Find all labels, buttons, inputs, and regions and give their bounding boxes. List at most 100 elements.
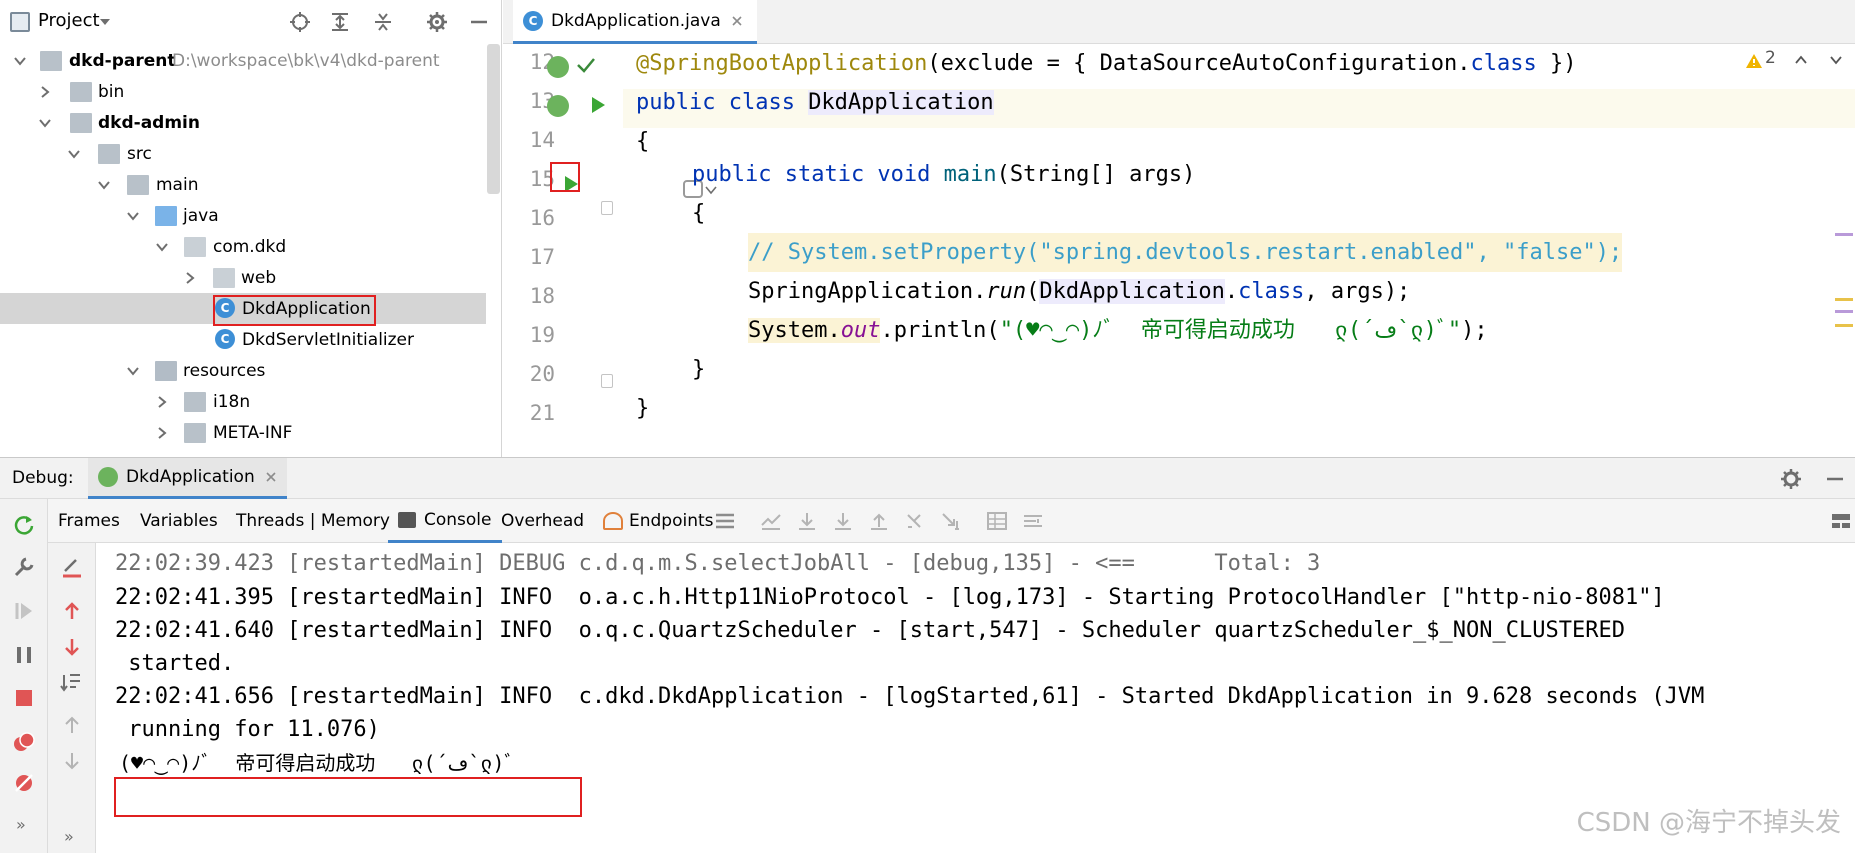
step-into-icon[interactable] [832, 511, 854, 531]
tab-threads-memory[interactable]: Threads | Memory [236, 499, 390, 543]
fold-marker-icon[interactable] [601, 201, 613, 215]
chevron-down-icon[interactable] [155, 240, 169, 254]
chevron-right-icon[interactable] [38, 85, 52, 99]
project-panel-title[interactable]: Project [38, 10, 100, 31]
console-line: (♥◠‿◠)ﾉﾞ 帝可得启动成功 ლ(´ڡ`ლ)ﾞ [119, 751, 515, 775]
arrow-up-icon[interactable] [60, 599, 84, 623]
run-icon[interactable] [588, 95, 608, 115]
tree-item-dkdservletinitializer[interactable]: C DkdServletInitializer [0, 324, 486, 355]
chevron-down-icon[interactable] [97, 178, 111, 192]
close-icon[interactable] [731, 15, 743, 27]
tree-item-dkd-admin[interactable]: dkd-admin [0, 107, 486, 138]
drop-frame-icon[interactable] [904, 511, 926, 531]
warning-icon[interactable] [1745, 53, 1763, 69]
chevron-down-icon[interactable] [126, 364, 140, 378]
debug-tabs-toolbar: Frames Variables Threads | Memory Consol… [48, 499, 1855, 543]
tree-label: java [183, 205, 219, 226]
chevron-right-icon[interactable] [183, 271, 197, 285]
scroll-down-icon[interactable] [60, 749, 84, 773]
check-icon[interactable] [575, 54, 597, 76]
chevron-right-icon[interactable] [155, 426, 169, 440]
folder-icon [127, 175, 149, 195]
chevron-down-icon[interactable] [126, 209, 140, 223]
gear-icon[interactable] [426, 11, 448, 33]
locate-icon[interactable] [289, 11, 311, 33]
tree-item-com-dkd[interactable]: com.dkd [0, 231, 486, 262]
tree-item-meta-inf[interactable]: META-INF [0, 417, 486, 448]
tree-label: DkdServletInitializer [242, 329, 415, 350]
error-stripe-marker[interactable] [1835, 310, 1853, 313]
code-line-13: public class DkdApplication [636, 90, 994, 115]
gear-icon[interactable] [1780, 468, 1802, 490]
tree-item-java[interactable]: java [0, 200, 486, 231]
soft-wrap-icon[interactable] [60, 671, 84, 695]
tab-frames[interactable]: Frames [58, 499, 120, 543]
run-to-cursor-icon[interactable] [940, 511, 962, 531]
editor-tab-dkdapplication[interactable]: C DkdApplication.java [513, 0, 757, 44]
code-line-20: } [692, 357, 706, 382]
folder-icon [184, 423, 206, 443]
menu-icon[interactable] [714, 511, 736, 531]
tab-endpoints[interactable]: Endpoints [603, 499, 714, 543]
tree-item-i18n[interactable]: i18n [0, 386, 486, 417]
line-number: 14 [529, 128, 555, 152]
code-editor[interactable]: @SpringBootApplication(exclude = { DataS… [623, 44, 1855, 457]
expand-all-icon[interactable] [329, 11, 351, 33]
chevron-down-icon[interactable] [98, 15, 112, 29]
pause-icon[interactable] [12, 643, 36, 667]
arrow-down-icon[interactable] [60, 635, 84, 659]
spring-bean-icon[interactable] [547, 56, 569, 78]
show-execution-point-icon[interactable] [760, 511, 782, 531]
step-over-icon[interactable] [796, 511, 818, 531]
tab-console[interactable]: Console [388, 499, 502, 543]
code-line-14: { [636, 129, 650, 154]
tree-item-web[interactable]: web [0, 262, 486, 293]
chevron-right-icon[interactable] [155, 395, 169, 409]
spring-boot-icon [98, 467, 118, 487]
tree-item-main[interactable]: main [0, 169, 486, 200]
chevron-down-icon[interactable] [1829, 54, 1843, 66]
chevron-down-icon[interactable] [67, 147, 81, 161]
error-stripe-marker[interactable] [1835, 233, 1853, 236]
trace-icon[interactable] [1022, 511, 1044, 531]
layout-icon[interactable] [1830, 511, 1852, 531]
clear-console-icon[interactable] [60, 555, 84, 579]
fold-marker-icon[interactable] [601, 374, 613, 388]
evaluate-icon[interactable] [986, 511, 1008, 531]
tab-overhead[interactable]: Overhead [501, 499, 584, 543]
spring-boot-icon[interactable] [547, 95, 569, 117]
mute-breakpoints-icon[interactable] [12, 771, 36, 795]
wrench-icon[interactable] [12, 555, 36, 579]
minimize-icon[interactable] [1824, 468, 1846, 490]
spring-class-icon: C [523, 10, 543, 31]
error-stripe-marker[interactable] [1835, 298, 1853, 301]
stop-icon[interactable] [12, 686, 36, 710]
tree-item-dkd-parent[interactable]: dkd-parent D:\workspace\bk\v4\dkd-parent [0, 45, 486, 76]
tree-item-src[interactable]: src [0, 138, 486, 169]
chevron-up-icon[interactable] [1794, 54, 1808, 66]
module-folder-icon [70, 113, 92, 133]
scroll-up-icon[interactable] [60, 713, 84, 737]
chevron-down-icon[interactable] [38, 116, 52, 130]
warnings-count[interactable]: 2 [1765, 48, 1776, 68]
resume-icon[interactable] [12, 599, 36, 623]
tree-item-resources[interactable]: resources [0, 355, 486, 386]
more-icon[interactable]: » [64, 827, 74, 846]
project-scrollbar[interactable] [487, 44, 500, 194]
highlight-box-tree [213, 295, 376, 326]
breakpoints-icon[interactable] [12, 730, 36, 754]
tab-variables[interactable]: Variables [140, 499, 218, 543]
tree-item-bin[interactable]: bin [0, 76, 486, 107]
tree-label: resources [183, 360, 266, 381]
chevron-down-icon[interactable] [13, 54, 27, 68]
error-stripe-marker[interactable] [1835, 324, 1853, 327]
step-out-icon[interactable] [868, 511, 890, 531]
code-line-17: // System.setProperty("spring.devtools.r… [748, 233, 1623, 272]
debug-session-tab[interactable]: DkdApplication [88, 458, 287, 499]
collapse-all-icon[interactable] [372, 11, 394, 33]
tree-label: dkd-admin [98, 112, 200, 133]
rerun-icon[interactable] [12, 513, 36, 537]
close-icon[interactable] [265, 471, 277, 483]
more-icon[interactable]: » [16, 815, 26, 834]
minimize-icon[interactable] [468, 11, 490, 33]
